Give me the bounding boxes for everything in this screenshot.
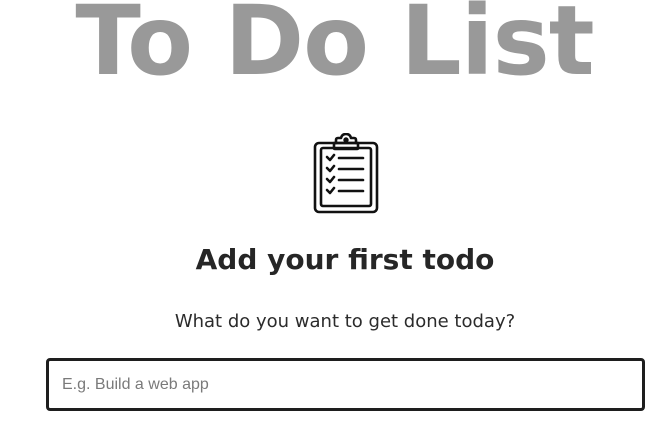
todo-app: To Do List Add your first todo What do y…	[0, 0, 669, 437]
app-title: To Do List	[75, 0, 594, 97]
new-todo-input[interactable]	[46, 358, 645, 411]
clipboard-checklist-icon	[313, 133, 379, 214]
empty-state-subtitle: What do you want to get done today?	[174, 311, 516, 332]
empty-state-heading: Add your first todo	[195, 243, 495, 276]
